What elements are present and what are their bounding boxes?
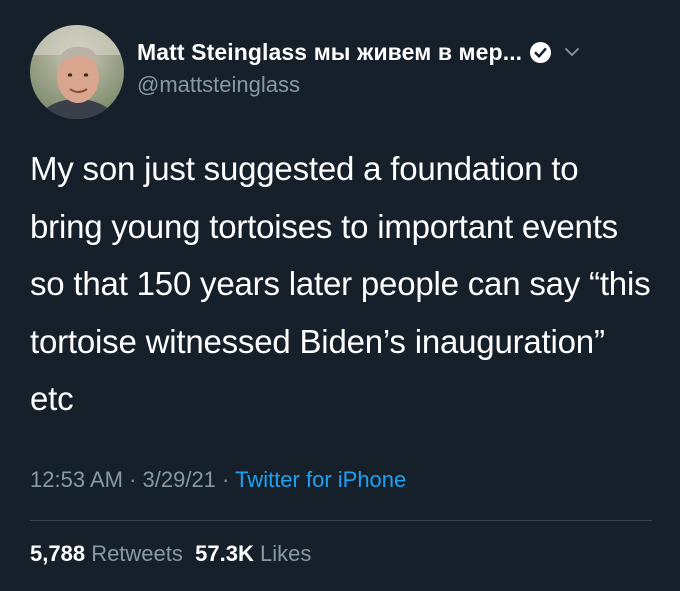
chevron-down-icon[interactable] xyxy=(562,42,582,62)
profile-photo-icon xyxy=(30,25,124,119)
author-handle[interactable]: @mattsteinglass xyxy=(137,72,300,98)
author-name-row[interactable]: Matt Steinglass мы живем в мер... xyxy=(137,36,582,68)
likes-stat[interactable]: 57.3K Likes xyxy=(195,541,311,566)
author-display-name[interactable]: Matt Steinglass мы живем в мер... xyxy=(137,39,522,66)
avatar[interactable] xyxy=(30,25,124,119)
tweet-meta: 12:53 AM · 3/29/21 · Twitter for iPhone xyxy=(30,467,406,493)
tweet-text: My son just suggested a foundation to br… xyxy=(30,150,651,417)
verified-badge-icon xyxy=(529,41,552,64)
tweet-card: Matt Steinglass мы живем в мер... @matts… xyxy=(0,0,680,591)
meta-separator: · xyxy=(122,467,143,492)
tweet-source-link[interactable]: Twitter for iPhone xyxy=(235,467,406,492)
retweets-stat[interactable]: 5,788 Retweets xyxy=(30,541,183,566)
retweets-label: Retweets xyxy=(91,541,183,566)
likes-count: 57.3K xyxy=(195,541,254,566)
tweet-date[interactable]: 3/29/21 xyxy=(143,467,216,492)
tweet-time[interactable]: 12:53 AM xyxy=(30,467,123,492)
meta-separator: · xyxy=(215,467,236,492)
tweet-stats: 5,788 Retweets 57.3K Likes xyxy=(30,541,311,567)
likes-label: Likes xyxy=(259,541,312,566)
divider xyxy=(30,520,652,521)
retweets-count: 5,788 xyxy=(30,541,86,566)
